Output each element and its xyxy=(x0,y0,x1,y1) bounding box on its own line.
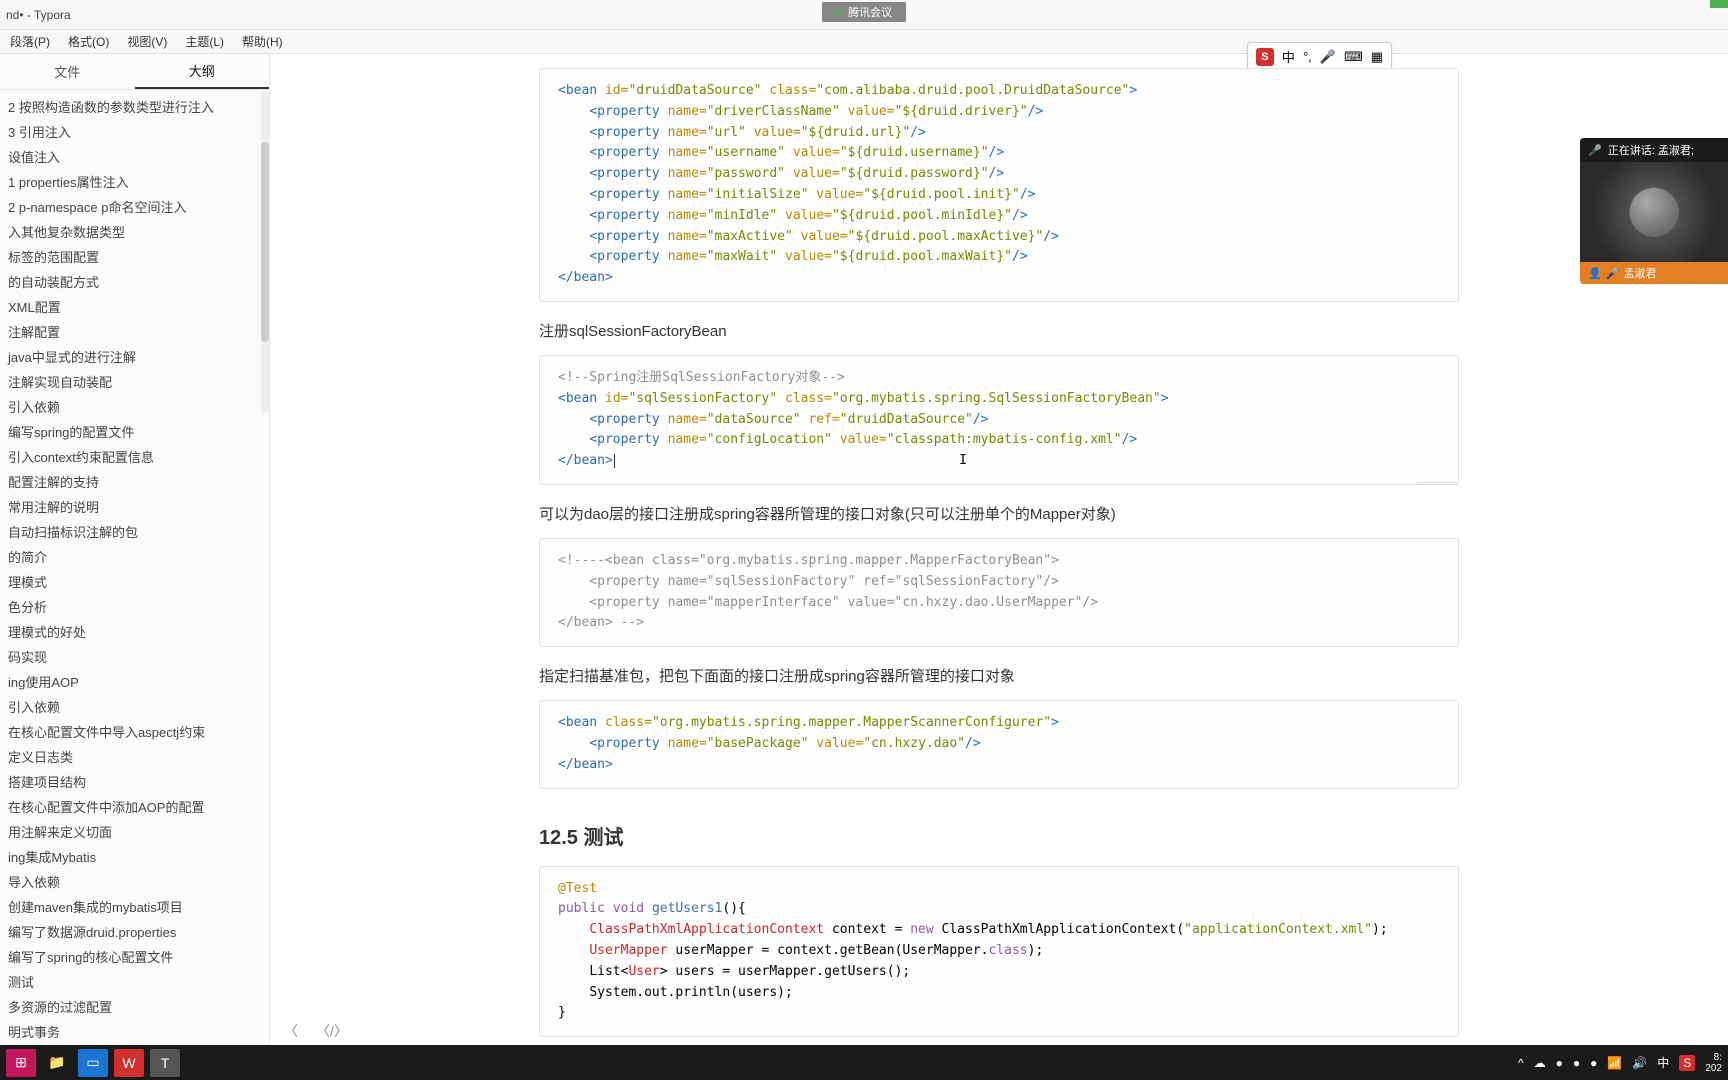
tab-outline[interactable]: 大纲 xyxy=(135,54,270,89)
menu-format[interactable]: 格式(O) xyxy=(68,33,109,50)
outline-item[interactable]: 定义日志类 xyxy=(0,744,269,769)
outline-item[interactable]: 导入依赖 xyxy=(0,869,269,894)
outline-item[interactable]: 理模式的好处 xyxy=(0,619,269,644)
window-accent xyxy=(1710,0,1728,8)
code-block-sqlsession[interactable]: <!--Spring注册SqlSessionFactory对象--> <bean… xyxy=(539,355,1459,485)
menu-paragraph[interactable]: 段落(P) xyxy=(10,33,50,50)
typora-icon[interactable]: T xyxy=(150,1049,180,1077)
start-icon[interactable]: ⊞ xyxy=(6,1049,36,1077)
outline-item[interactable]: 引入context约束配置信息 xyxy=(0,444,269,469)
paragraph[interactable]: 指定扫描基准包，把包下面面的接口注册成spring容器所管理的接口对象 xyxy=(539,665,1459,686)
paragraph[interactable]: 注册sqlSessionFactoryBean xyxy=(539,320,1459,341)
outline-item[interactable]: 设值注入 xyxy=(0,144,269,169)
outline-item[interactable]: 编写了spring的核心配置文件 xyxy=(0,944,269,969)
outline-item[interactable]: 配置注解的支持 xyxy=(0,469,269,494)
tray-ime[interactable]: 中 xyxy=(1657,1054,1669,1071)
outline-item[interactable]: 明式事务 xyxy=(0,1019,269,1044)
code-lang-tag[interactable]: xml xyxy=(1416,482,1458,485)
outline-item[interactable]: 搭建项目结构 xyxy=(0,769,269,794)
outline-item[interactable]: 入其他复杂数据类型 xyxy=(0,219,269,244)
tray-clock[interactable]: 8:202 xyxy=(1705,1052,1722,1074)
outline-item[interactable]: java中显式的进行注解 xyxy=(0,344,269,369)
outline-item[interactable]: 注解实现自动装配 xyxy=(0,369,269,394)
back-icon[interactable]: 〈 xyxy=(284,1021,298,1041)
app-icon-blue[interactable]: ▭ xyxy=(78,1049,108,1077)
outline-item[interactable]: 2 按照构造函数的参数类型进行注入 xyxy=(0,94,269,119)
code-block-mapperfactory[interactable]: <!----<bean class="org.mybatis.spring.ma… xyxy=(539,538,1459,647)
outline-item[interactable]: ing使用AOP xyxy=(0,669,269,694)
text-cursor xyxy=(614,454,615,468)
outline-item[interactable]: 多资源的过滤配置 xyxy=(0,994,269,1019)
code-block-datasource[interactable]: <bean id="druidDataSource" class="com.al… xyxy=(539,68,1459,302)
system-tray[interactable]: ^ ☁ ● ● ● 📶 🔊 中 S 8:202 xyxy=(1518,1052,1722,1074)
menu-help[interactable]: 帮助(H) xyxy=(242,33,283,50)
code-block-scanner[interactable]: <bean class="org.mybatis.spring.mapper.M… xyxy=(539,700,1459,788)
outline-item[interactable]: 创建maven集成的mybatis项目 xyxy=(0,894,269,919)
outline-item[interactable]: 引入依赖 xyxy=(0,694,269,719)
outline-item[interactable]: ing集成Mybatis xyxy=(0,844,269,869)
window-title: nd• - Typora xyxy=(6,8,71,22)
tray-app-icon[interactable]: ● xyxy=(1573,1056,1580,1070)
outline-item[interactable]: 引入依赖 xyxy=(0,394,269,419)
outline-item[interactable]: 编写spring的配置文件 xyxy=(0,419,269,444)
outline-item[interactable]: 注解配置 xyxy=(0,319,269,344)
meeting-label: 腾讯会议 xyxy=(848,4,892,20)
taskbar[interactable]: ⊞ 📁 ▭ W T ^ ☁ ● ● ● 📶 🔊 中 S 8:202 xyxy=(0,1045,1728,1080)
tray-cloud-icon[interactable]: ☁ xyxy=(1534,1056,1546,1070)
meeting-status-dot xyxy=(836,9,842,15)
outline-list[interactable]: 2 按照构造函数的参数类型进行注入3 引用注入设值注入1 properties属… xyxy=(0,90,269,1045)
editor-status-bar: 〈 〈/〉 xyxy=(270,1017,1728,1045)
outline-item[interactable]: 1 properties属性注入 xyxy=(0,169,269,194)
outline-item[interactable]: 标签的范围配置 xyxy=(0,244,269,269)
outline-item[interactable]: 用注解来定义切面 xyxy=(0,819,269,844)
sidebar-scroll-thumb[interactable] xyxy=(261,142,269,342)
outline-item[interactable]: 测试 xyxy=(0,969,269,994)
outline-item[interactable]: 常用注解的说明 xyxy=(0,494,269,519)
explorer-icon[interactable]: 📁 xyxy=(42,1049,72,1077)
heading[interactable]: 12.5 测试 xyxy=(539,821,1459,850)
tray-wifi-icon[interactable]: 📶 xyxy=(1607,1056,1622,1070)
outline-item[interactable]: 的简介 xyxy=(0,544,269,569)
outline-item[interactable]: 自动扫描标识注解的包 xyxy=(0,519,269,544)
sidebar: 文件 大纲 2 按照构造函数的参数类型进行注入3 引用注入设值注入1 prope… xyxy=(0,54,270,1045)
outline-item[interactable]: 在核心配置文件中导入aspectj约束 xyxy=(0,719,269,744)
outline-item[interactable]: 编写了数据源druid.properties xyxy=(0,919,269,944)
tray-app-icon[interactable]: ● xyxy=(1590,1056,1597,1070)
menu-theme[interactable]: 主题(L) xyxy=(185,33,224,50)
code-mode-icon[interactable]: 〈/〉 xyxy=(316,1021,348,1041)
outline-item[interactable]: 在核心配置文件中添加AOP的配置 xyxy=(0,794,269,819)
menubar: 段落(P) 格式(O) 视图(V) 主题(L) 帮助(H) xyxy=(0,30,1728,54)
outline-item[interactable]: 2 p-namespace p命名空间注入 xyxy=(0,194,269,219)
tencent-meeting-pill[interactable]: 腾讯会议 xyxy=(822,2,906,22)
outline-item[interactable]: 3 引用注入 xyxy=(0,119,269,144)
editor-content[interactable]: <bean id="druidDataSource" class="com.al… xyxy=(270,54,1728,1045)
paragraph[interactable]: 可以为dao层的接口注册成spring容器所管理的接口对象(只可以注册单个的Ma… xyxy=(539,503,1459,524)
outline-item[interactable]: XML配置 xyxy=(0,294,269,319)
tab-files[interactable]: 文件 xyxy=(0,54,135,89)
outline-item[interactable]: 理模式 xyxy=(0,569,269,594)
tray-chevron-icon[interactable]: ^ xyxy=(1518,1056,1524,1070)
outline-item[interactable]: 的自动装配方式 xyxy=(0,269,269,294)
wps-icon[interactable]: W xyxy=(114,1049,144,1077)
tray-sogou-icon[interactable]: S xyxy=(1679,1055,1695,1071)
menu-view[interactable]: 视图(V) xyxy=(127,33,167,50)
sidebar-scrollbar[interactable] xyxy=(261,92,269,412)
code-block-test[interactable]: @Test public void getUsers1(){ ClassPath… xyxy=(539,866,1459,1038)
tray-app-icon[interactable]: ● xyxy=(1556,1056,1563,1070)
tray-volume-icon[interactable]: 🔊 xyxy=(1632,1056,1647,1070)
outline-item[interactable]: 码实现 xyxy=(0,644,269,669)
outline-item[interactable]: 色分析 xyxy=(0,594,269,619)
